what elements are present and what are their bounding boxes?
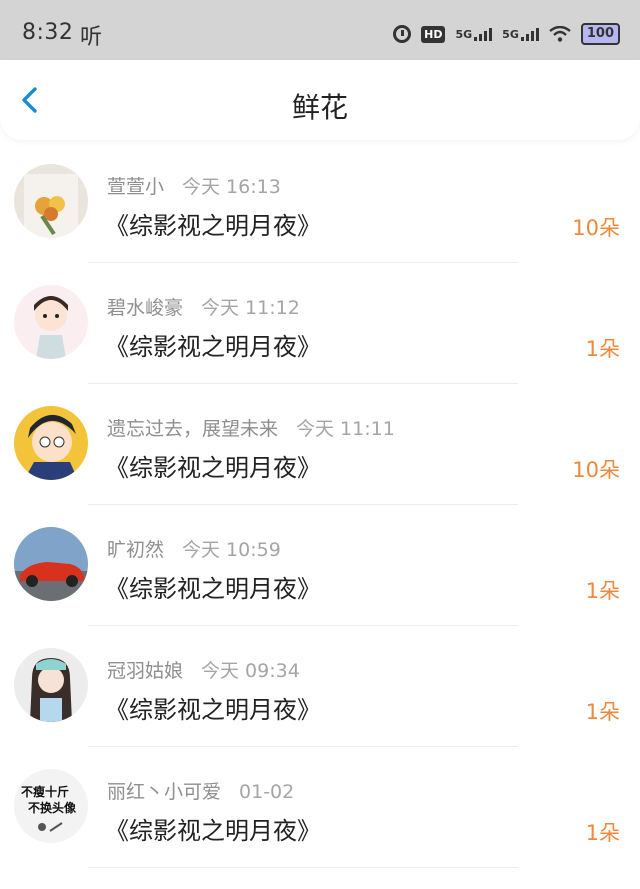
list-item[interactable]: 旷初然 今天 10:59 《综影视之明月夜》 1朵 [0,505,640,626]
status-bar: 8:32 听 HD 5G 5G 100 [0,0,640,60]
listen-icon: 听 [80,25,103,50]
sender-name: 冠羽姑娘 [107,660,184,682]
avatar-text-2: 不换头像 [28,801,77,815]
list-item[interactable]: 萱萱小 今天 16:13 《综影视之明月夜》 10朵 [0,142,640,263]
sender-meta: 萱萱小 今天 16:13 [107,172,281,199]
list-item[interactable]: 遗忘过去，展望未来 今天 11:11 《综影视之明月夜》 10朵 [0,384,640,505]
sender-name: 遗忘过去，展望未来 [107,418,279,440]
sender-meta: 冠羽姑娘 今天 09:34 [107,656,300,683]
alarm-icon [393,25,412,43]
flower-count: 10朵 [572,216,620,240]
send-time: 今天 11:12 [201,297,300,319]
divider [88,867,518,868]
sender-meta: 丽红丶小可爱 01-02 [107,777,294,804]
book-title: 《综影视之明月夜》 [105,212,321,240]
sender-name: 旷初然 [107,539,165,561]
signal-icon-1: 5G [455,27,493,41]
status-time: 8:32 [22,20,74,45]
send-time: 今天 16:13 [182,176,281,198]
avatar[interactable] [14,164,88,238]
avatar-text-1: 不瘦十斤 [21,785,70,799]
battery-icon: 100 [580,23,620,45]
flower-count: 10朵 [572,458,620,482]
avatar[interactable] [14,527,88,601]
send-time: 01-02 [239,781,295,803]
book-title: 《综影视之明月夜》 [105,575,321,603]
flower-count: 1朵 [585,821,620,845]
sender-name: 碧水峻豪 [107,297,184,319]
signal-icon-2: 5G [502,27,539,41]
list-item[interactable]: 冠羽姑娘 今天 09:34 《综影视之明月夜》 1朵 [0,626,640,747]
book-title: 《综影视之明月夜》 [105,696,321,724]
sender-meta: 碧水峻豪 今天 11:12 [107,293,300,320]
network-label-2: 5G [502,27,519,41]
sender-meta: 遗忘过去，展望未来 今天 11:11 [107,414,395,441]
hd-badge: HD [421,25,446,43]
avatar[interactable]: 不瘦十斤 不换头像 [14,769,88,843]
list-item[interactable]: 不瘦十斤 不换头像 丽红丶小可爱 01-02 《综影视之明月夜》 1朵 [0,747,640,868]
flower-list: 萱萱小 今天 16:13 《综影视之明月夜》 10朵 碧水峻豪 今天 11:12 《… [0,142,640,868]
sender-name: 丽红丶小可爱 [107,781,222,803]
sender-meta: 旷初然 今天 10:59 [107,535,281,562]
flower-count: 1朵 [585,700,620,724]
network-label-1: 5G [455,27,473,41]
avatar[interactable] [14,406,88,480]
page-title: 鲜花 [291,91,348,124]
book-title: 《综影视之明月夜》 [105,333,321,361]
avatar[interactable] [14,648,88,722]
send-time: 今天 10:59 [182,539,281,561]
wifi-icon [549,26,571,42]
page-header: 鲜花 [0,60,640,140]
book-title: 《综影视之明月夜》 [105,454,321,482]
status-icons: HD 5G 5G 100 [393,20,620,48]
flower-count: 1朵 [585,337,620,361]
list-item[interactable]: 碧水峻豪 今天 11:12 《综影视之明月夜》 1朵 [0,263,640,384]
avatar[interactable] [14,285,88,359]
sender-name: 萱萱小 [107,176,165,198]
send-time: 今天 09:34 [201,660,300,682]
flower-count: 1朵 [585,579,620,603]
send-time: 今天 11:11 [296,418,395,440]
book-title: 《综影视之明月夜》 [105,817,321,845]
